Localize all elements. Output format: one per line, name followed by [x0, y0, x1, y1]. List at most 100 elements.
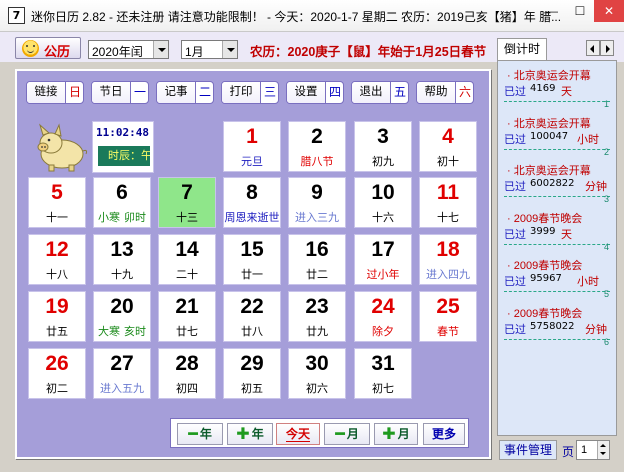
event-index: 6 [603, 336, 609, 347]
day-cell[interactable]: 13 十九 [93, 234, 151, 285]
day-cell[interactable]: 12 十八 [28, 234, 86, 285]
today-button[interactable]: 今天 [276, 423, 320, 445]
event-value: 95967 [530, 273, 562, 284]
day-cell[interactable]: 27 进入五九 [93, 348, 151, 399]
day-cell[interactable]: 16 廿二 [288, 234, 346, 285]
next-month-label: 月 [397, 427, 410, 441]
day-cell[interactable]: 28 初四 [158, 348, 216, 399]
month-select-value: 1月 [185, 45, 204, 59]
day-cell[interactable]: 18 进入四九 [419, 234, 477, 285]
day-number: 13 [110, 238, 134, 261]
day-cell[interactable]: 10 十六 [354, 177, 412, 228]
day-number: 23 [305, 295, 329, 318]
event-index: 5 [603, 289, 609, 299]
maximize-button[interactable]: ☐ [566, 0, 594, 22]
year-select[interactable]: 2020年闰 [88, 40, 169, 59]
more-button[interactable]: 更多 [423, 423, 465, 445]
day-cell[interactable]: 15 廿一 [223, 234, 281, 285]
day-number: 3 [377, 125, 389, 148]
day-cell[interactable]: 21 廿七 [158, 291, 216, 342]
day-cell[interactable]: 1 元旦 [223, 121, 281, 172]
page-spinner[interactable]: 1 [576, 440, 610, 460]
day-cell[interactable]: 26 初二 [28, 348, 86, 399]
countdown-event[interactable]: 北京奥运会开幕已过 100047 小时 2 [501, 115, 613, 159]
day-number: 17 [371, 238, 395, 261]
function-button-label: 打印 [222, 82, 260, 103]
event-unit: 天 [561, 228, 572, 241]
day-cell[interactable]: 2 腊八节 [288, 121, 346, 172]
countdown-event[interactable]: 2009春节晚会已过 95967 小时 5 [501, 257, 613, 301]
day-cell[interactable]: 6 小寒 卯时 [93, 177, 151, 228]
day-cell[interactable]: 8 周恩来逝世 [223, 177, 281, 228]
shichen-display: 时辰：午 [98, 146, 150, 166]
pig-zodiac-icon [37, 123, 88, 172]
next-year-button[interactable]: ✚ 年 [227, 423, 273, 445]
event-manager-button[interactable]: 事件管理 [499, 440, 557, 460]
countdown-event[interactable]: 北京奥运会开幕已过 4169 天 1 [501, 67, 613, 111]
weekday-index: 二 [195, 82, 213, 103]
day-cell[interactable]: 22 廿八 [223, 291, 281, 342]
chevron-down-icon[interactable] [153, 41, 168, 58]
tab-scroll-left-button[interactable] [586, 40, 600, 56]
lunar-date: 二十 [176, 269, 198, 281]
spinner-arrows-icon[interactable] [597, 441, 609, 459]
tab-scroll-right-button[interactable] [600, 40, 614, 56]
day-cell[interactable]: 24 除夕 [354, 291, 412, 342]
next-month-button[interactable]: ✚ 月 [374, 423, 418, 445]
month-select[interactable]: 1月 [181, 40, 238, 59]
day-cell[interactable]: 23 廿九 [288, 291, 346, 342]
weekday-index: 四 [325, 82, 343, 103]
day-number: 29 [240, 352, 264, 375]
weekday-index: 五 [390, 82, 408, 103]
function-button-3[interactable]: 打印三 [221, 81, 279, 104]
day-cell[interactable]: 19 廿五 [28, 291, 86, 342]
function-button-2[interactable]: 记事二 [156, 81, 214, 104]
day-cell[interactable]: 11 十七 [419, 177, 477, 228]
day-cell[interactable]: 30 初六 [288, 348, 346, 399]
day-cell[interactable]: 20 大寒 亥时 [93, 291, 151, 342]
event-value: 4169 [530, 83, 556, 94]
function-button-1[interactable]: 节日一 [91, 81, 149, 104]
close-button[interactable]: ✕ [594, 0, 624, 22]
lunar-date: 廿二 [306, 269, 328, 281]
day-cell[interactable]: 14 二十 [158, 234, 216, 285]
function-button-4[interactable]: 设置四 [286, 81, 344, 104]
event-status: 已过 [504, 181, 526, 193]
day-cell[interactable]: 31 初七 [354, 348, 412, 399]
function-button-0[interactable]: 链接日 [26, 81, 84, 104]
day-cell[interactable]: 7 十三 [158, 177, 216, 228]
lunar-date: 腊八节 [300, 156, 334, 168]
day-cell[interactable]: 25 春节 [419, 291, 477, 342]
countdown-event[interactable]: 2009春节晚会已过 5758022 分钟6 [501, 305, 613, 349]
divider [504, 148, 610, 150]
event-title: 北京奥运会开幕 [507, 115, 591, 131]
function-button-5[interactable]: 退出五 [351, 81, 409, 104]
minimize-button[interactable]: — [538, 0, 566, 22]
day-cell[interactable]: 5 十一 [28, 177, 86, 228]
day-cell[interactable]: 3 初九 [354, 121, 412, 172]
prev-year-button[interactable]: ━ 年 [177, 423, 223, 445]
lunar-date: 元旦 [241, 156, 263, 168]
function-button-6[interactable]: 帮助六 [416, 81, 474, 104]
lunar-date: 廿九 [306, 326, 328, 338]
day-number: 5 [51, 181, 63, 204]
solar-term: 大寒 亥时 [94, 323, 150, 339]
chevron-down-icon[interactable] [222, 41, 237, 58]
day-cell[interactable]: 4 初十 [419, 121, 477, 172]
day-cell[interactable]: 29 初五 [223, 348, 281, 399]
day-cell[interactable]: 9 进入三九 [288, 177, 346, 228]
divider [504, 338, 610, 340]
countdown-event[interactable]: 2009春节晚会已过 3999 天 4 [501, 210, 613, 254]
function-button-label: 链接 [27, 82, 65, 103]
tab-countdown[interactable]: 倒计时 [497, 38, 547, 60]
countdown-event[interactable]: 北京奥运会开幕已过 6002822 分钟3 [501, 162, 613, 206]
event-title: 北京奥运会开幕 [507, 162, 591, 178]
solar-calendar-button[interactable]: 公历 [15, 37, 81, 59]
prev-month-button[interactable]: ━ 月 [324, 423, 370, 445]
lunar-date: 十七 [437, 212, 459, 224]
divider [504, 196, 610, 197]
app-calendar-icon[interactable]: 7 [8, 7, 25, 24]
day-cell[interactable]: 17 过小年 [354, 234, 412, 285]
function-button-label: 设置 [287, 82, 325, 103]
day-number: 18 [436, 238, 460, 261]
